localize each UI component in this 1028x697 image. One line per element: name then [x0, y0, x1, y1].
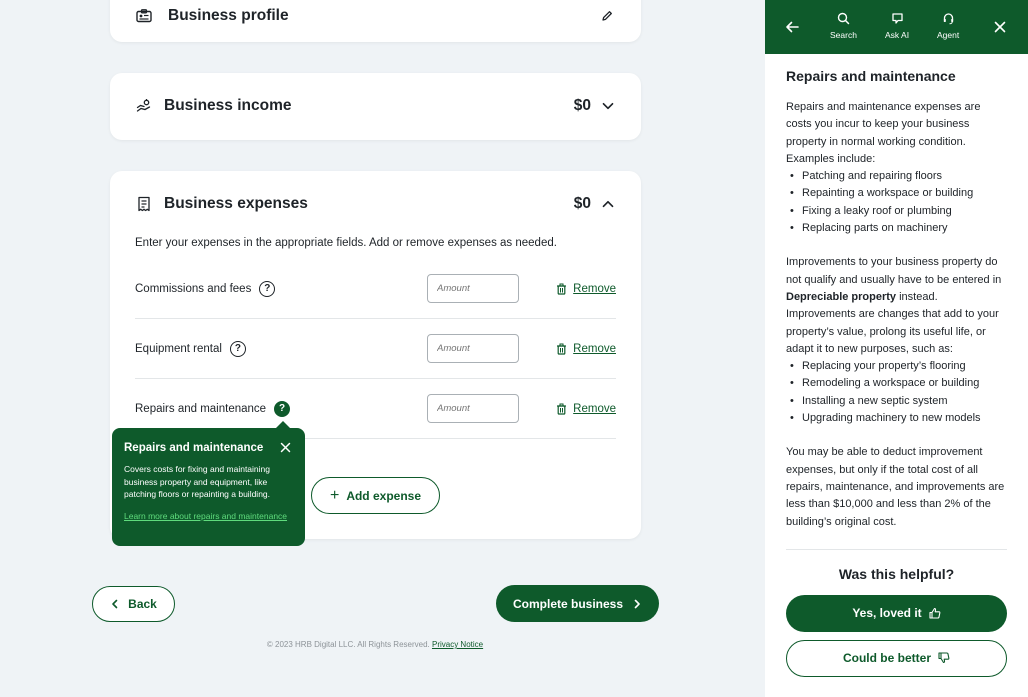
- ask-ai-tool-label: Ask AI: [885, 30, 910, 40]
- help-article-body: Repairs and maintenance expenses are cos…: [786, 99, 1007, 531]
- business-profile-header[interactable]: Business profile: [110, 0, 641, 36]
- expense-row: Commissions and fees ? Remove: [135, 259, 616, 319]
- depreciable-property-term: Depreciable property: [786, 290, 897, 303]
- examples-list: Patching and repairing floors Repainting…: [786, 168, 1007, 237]
- list-item: Fixing a leaky roof or plumbing: [786, 203, 1007, 221]
- divider: [786, 548, 1007, 550]
- list-item: Replacing your property’s flooring: [786, 358, 1007, 376]
- business-profile-title: Business profile: [168, 7, 289, 24]
- id-card-icon: [136, 8, 152, 24]
- search-tool-label: Search: [830, 30, 857, 40]
- amount-input[interactable]: [427, 274, 519, 303]
- chevron-left-icon: [110, 599, 120, 609]
- plus-icon: +: [329, 486, 340, 504]
- question-help-icon[interactable]: ?: [259, 280, 276, 297]
- expense-label: Commissions and fees: [135, 282, 252, 295]
- footer: © 2023 HRB Digital LLC. All Rights Reser…: [0, 640, 750, 649]
- question-help-icon[interactable]: ?: [229, 340, 246, 357]
- help-panel: Search Ask AI Agent Repairs and maintena…: [765, 0, 1028, 697]
- question-help-icon[interactable]: ?: [274, 400, 291, 417]
- trash-icon: [556, 343, 567, 355]
- thumbs-up-icon: [929, 607, 941, 619]
- help-article-title: Repairs and maintenance: [786, 68, 956, 84]
- add-expense-label: Add expense: [346, 488, 422, 503]
- footer-copyright: © 2023 HRB Digital LLC. All Rights Reser…: [266, 640, 430, 649]
- business-profile-card: Business profile: [110, 0, 641, 42]
- back-button[interactable]: Back: [92, 586, 175, 622]
- search-icon: [837, 12, 850, 25]
- business-income-title: Business income: [164, 97, 292, 114]
- expenses-intro-text: Enter your expenses in the appropriate f…: [135, 237, 557, 249]
- tooltip-body: Covers costs for fixing and maintaining …: [124, 464, 271, 499]
- list-item: Installing a new septic system: [786, 393, 1007, 411]
- tooltip-title: Repairs and maintenance: [124, 442, 264, 454]
- chevron-right-icon: [632, 599, 642, 609]
- arrow-back-icon[interactable]: [785, 21, 799, 33]
- business-expenses-header[interactable]: Business expenses $0: [110, 171, 641, 237]
- list-item: Upgrading machinery to new models: [786, 410, 1007, 428]
- help-paragraph: You may be able to deduct improvement ex…: [786, 446, 1005, 528]
- yes-loved-it-button[interactable]: Yes, loved it: [786, 594, 1007, 632]
- list-item: Repainting a workspace or building: [786, 185, 1007, 203]
- remove-label: Remove: [573, 282, 616, 295]
- tooltip-learn-more-link[interactable]: Learn more about repairs and maintenance: [124, 510, 293, 522]
- add-expense-button[interactable]: + Add expense: [311, 477, 440, 514]
- help-panel-toolbar: Search Ask AI Agent: [765, 0, 1028, 54]
- close-icon[interactable]: [994, 21, 1006, 33]
- help-text-segment: Improvements to your business property d…: [786, 256, 1002, 286]
- business-expenses-amount: $0: [573, 195, 591, 212]
- business-income-header[interactable]: Business income $0: [110, 73, 641, 139]
- remove-label: Remove: [573, 402, 616, 415]
- trash-icon: [556, 283, 567, 295]
- search-tool[interactable]: Search: [830, 12, 857, 40]
- list-item: Replacing parts on machinery: [786, 220, 1007, 238]
- business-income-amount: $0: [573, 97, 591, 114]
- no-label: Could be better: [842, 651, 931, 666]
- chat-bubble-icon: [891, 12, 904, 25]
- help-paragraph: Improvements to your business property d…: [786, 254, 1007, 358]
- remove-button[interactable]: Remove: [556, 343, 616, 355]
- list-item: Remodeling a workspace or building: [786, 375, 1007, 393]
- thumbs-down-icon: [938, 652, 950, 664]
- receipt-icon: [136, 196, 152, 212]
- agent-tool[interactable]: Agent: [937, 12, 959, 40]
- help-paragraph: Repairs and maintenance expenses are cos…: [786, 101, 981, 165]
- expense-label: Equipment rental: [135, 342, 222, 355]
- headset-icon: [942, 12, 955, 25]
- income-hand-icon: [136, 98, 152, 114]
- expense-label: Repairs and maintenance: [135, 402, 267, 415]
- repairs-tooltip: Repairs and maintenance Covers costs for…: [112, 421, 305, 546]
- chevron-up-icon[interactable]: [601, 197, 615, 211]
- helpful-question: Was this helpful?: [838, 565, 955, 582]
- complete-business-label: Complete business: [512, 596, 624, 611]
- pencil-edit-icon[interactable]: [599, 8, 615, 24]
- remove-label: Remove: [573, 342, 616, 355]
- complete-business-button[interactable]: Complete business: [496, 585, 659, 622]
- business-expenses-title: Business expenses: [164, 195, 308, 212]
- list-item: Patching and repairing floors: [786, 168, 1007, 186]
- amount-input[interactable]: [427, 334, 519, 363]
- improvements-list: Replacing your property’s flooring Remod…: [786, 358, 1007, 427]
- agent-tool-label: Agent: [937, 30, 960, 40]
- trash-icon: [556, 403, 567, 415]
- remove-button[interactable]: Remove: [556, 403, 616, 415]
- amount-input[interactable]: [427, 394, 519, 423]
- remove-button[interactable]: Remove: [556, 283, 616, 295]
- close-icon[interactable]: [280, 442, 291, 453]
- help-panel-content: Repairs and maintenance Repairs and main…: [765, 54, 1028, 677]
- chevron-down-icon[interactable]: [601, 99, 615, 113]
- ask-ai-tool[interactable]: Ask AI: [885, 12, 909, 40]
- expense-row: Equipment rental ? Remove: [135, 319, 616, 379]
- yes-label: Yes, loved it: [852, 606, 922, 621]
- privacy-notice-link[interactable]: Privacy Notice: [432, 640, 483, 649]
- back-label: Back: [128, 597, 157, 611]
- could-be-better-button[interactable]: Could be better: [786, 639, 1007, 677]
- business-income-card: Business income $0: [110, 73, 641, 140]
